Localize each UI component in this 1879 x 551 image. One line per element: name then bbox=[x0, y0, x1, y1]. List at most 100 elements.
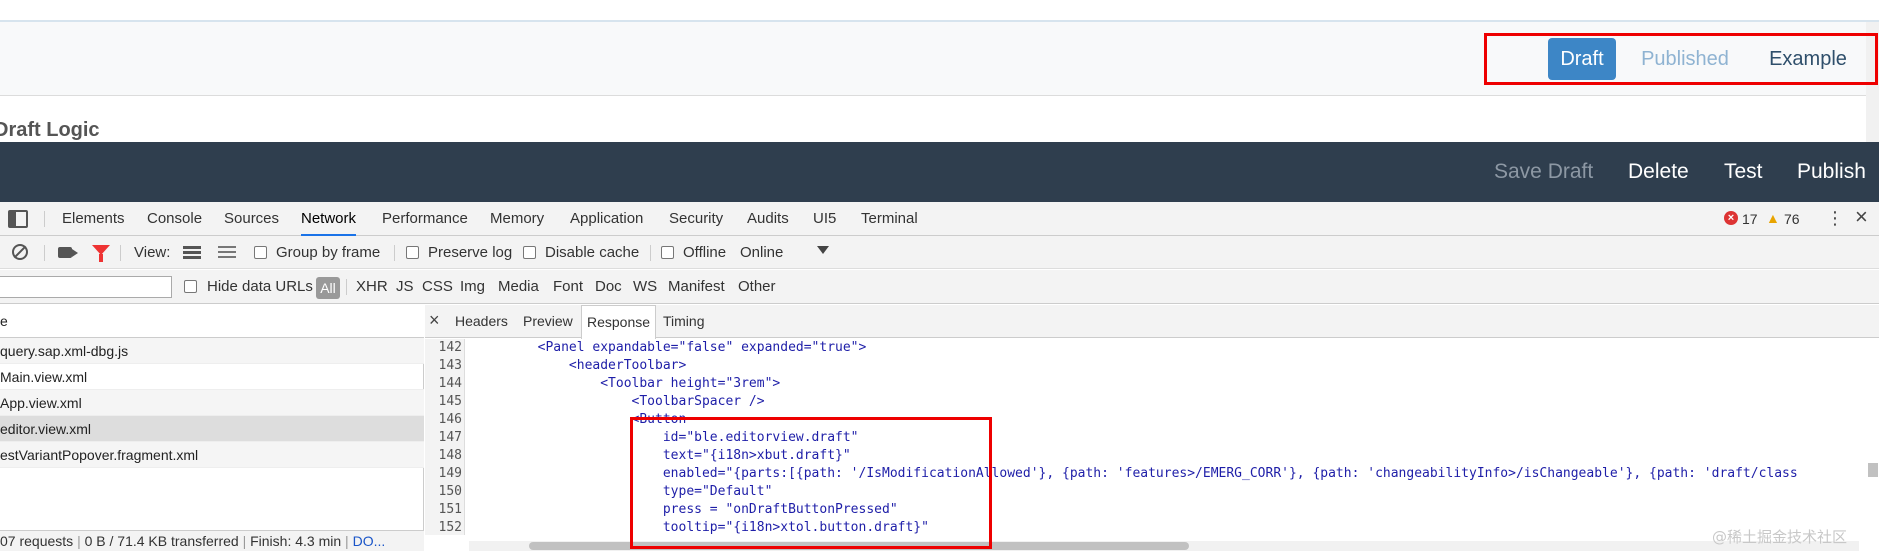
tab-headers[interactable]: Headers bbox=[455, 305, 508, 338]
code-line: <Button bbox=[475, 412, 687, 427]
line-number: 145 bbox=[438, 394, 462, 409]
watermark: @稀土掘金技术社区 bbox=[1712, 528, 1848, 546]
filter-input[interactable] bbox=[0, 276, 172, 298]
disable-cache-checkbox[interactable] bbox=[523, 246, 536, 259]
code-line: enabled="{parts:[{path: '/IsModification… bbox=[475, 466, 1798, 481]
preserve-log-label: Preserve log bbox=[428, 244, 513, 261]
separator bbox=[44, 245, 45, 261]
page-title: Draft Logic bbox=[0, 119, 100, 141]
separator bbox=[120, 245, 121, 261]
tab-application[interactable]: Application bbox=[570, 202, 643, 236]
group-by-frame-label: Group by frame bbox=[276, 244, 381, 261]
offline-checkbox[interactable] bbox=[661, 246, 674, 259]
code-line: type="Default" bbox=[475, 484, 773, 499]
hide-data-urls-label: Hide data URLs bbox=[207, 278, 313, 295]
publish-button[interactable]: Publish bbox=[1797, 142, 1866, 202]
request-row[interactable]: query.sap.xml-dbg.js bbox=[0, 338, 424, 364]
more-options-icon[interactable]: ⋮ bbox=[1826, 208, 1844, 229]
filter-icon[interactable] bbox=[92, 245, 110, 262]
code-line: press = "onDraftButtonPressed" bbox=[475, 502, 898, 517]
request-row[interactable]: App.view.xml bbox=[0, 390, 424, 416]
filter-type-font[interactable]: Font bbox=[553, 270, 583, 304]
filter-type-xhr[interactable]: XHR bbox=[356, 270, 388, 304]
filter-type-css[interactable]: CSS bbox=[422, 270, 453, 304]
code-line: tooltip="{i18n>xtol.button.draft}" bbox=[475, 520, 929, 535]
chevron-down-icon[interactable] bbox=[817, 246, 829, 254]
request-row[interactable]: Main.view.xml bbox=[0, 364, 424, 390]
warning-count[interactable]: 76 bbox=[1784, 202, 1800, 236]
code-line: <headerToolbar> bbox=[475, 358, 687, 373]
action-bar bbox=[0, 142, 1879, 202]
tab-ui5[interactable]: UI5 bbox=[813, 202, 836, 236]
line-number: 150 bbox=[438, 484, 462, 499]
code-line: <ToolbarSpacer /> bbox=[475, 394, 765, 409]
line-number: 143 bbox=[438, 358, 462, 373]
filter-type-img[interactable]: Img bbox=[460, 270, 485, 304]
separator bbox=[346, 279, 347, 295]
throttling-select[interactable]: Online bbox=[740, 236, 783, 269]
tab-response[interactable]: Response bbox=[581, 305, 657, 339]
warning-icon: ▲ bbox=[1766, 210, 1780, 226]
vertical-scrollbar[interactable] bbox=[1868, 463, 1878, 477]
filter-type-manifest[interactable]: Manifest bbox=[668, 270, 725, 304]
network-summary: 07 requests | 0 B / 71.4 KB transferred … bbox=[0, 530, 424, 551]
response-code[interactable]: 142 <Panel expandable="false" expanded="… bbox=[425, 339, 1879, 535]
network-toolbar: View: Group by frame Preserve log Disabl… bbox=[0, 236, 1879, 269]
tab-elements[interactable]: Elements bbox=[62, 202, 125, 236]
line-number: 151 bbox=[438, 502, 462, 517]
separator bbox=[394, 245, 395, 261]
filter-bar: Hide data URLs All XHR JS CSS Img Media … bbox=[0, 270, 1879, 304]
tab-audits[interactable]: Audits bbox=[747, 202, 789, 236]
tab-network[interactable]: Network bbox=[301, 202, 357, 236]
error-count[interactable]: 17 bbox=[1742, 202, 1758, 236]
tab-preview[interactable]: Preview bbox=[523, 305, 573, 338]
tab-terminal[interactable]: Terminal bbox=[861, 202, 918, 236]
filter-type-ws[interactable]: WS bbox=[633, 270, 657, 304]
tab-memory[interactable]: Memory bbox=[490, 202, 544, 236]
request-row[interactable]: estVariantPopover.fragment.xml bbox=[0, 442, 424, 468]
capture-screenshots-icon[interactable] bbox=[58, 247, 78, 258]
code-line: id="ble.editorview.draft" bbox=[475, 430, 859, 445]
save-draft-button[interactable]: Save Draft bbox=[1494, 142, 1593, 202]
delete-button[interactable]: Delete bbox=[1628, 142, 1689, 202]
offline-label: Offline bbox=[683, 244, 727, 261]
line-number: 142 bbox=[438, 340, 462, 355]
filter-type-doc[interactable]: Doc bbox=[595, 270, 622, 304]
view-label: View: bbox=[134, 244, 171, 261]
test-button[interactable]: Test bbox=[1724, 142, 1763, 202]
tab-timing[interactable]: Timing bbox=[663, 305, 705, 338]
line-number: 147 bbox=[438, 430, 462, 445]
separator bbox=[650, 245, 651, 261]
tab-performance[interactable]: Performance bbox=[382, 202, 468, 236]
hide-data-urls-checkbox[interactable] bbox=[184, 280, 197, 293]
clear-icon[interactable] bbox=[12, 244, 28, 260]
list-view-icon[interactable] bbox=[183, 246, 201, 259]
tab-sources[interactable]: Sources bbox=[224, 202, 279, 236]
response-tabbar: × Headers Preview Response Timing bbox=[425, 305, 1879, 339]
request-count: 07 requests bbox=[0, 533, 74, 549]
group-by-frame-checkbox[interactable] bbox=[254, 246, 267, 259]
filter-type-all[interactable]: All bbox=[316, 277, 340, 299]
name-column-header[interactable]: e bbox=[0, 305, 424, 338]
preserve-log-checkbox[interactable] bbox=[406, 246, 419, 259]
filter-type-js[interactable]: JS bbox=[396, 270, 414, 304]
separator bbox=[44, 211, 45, 227]
scrollbar-thumb[interactable] bbox=[529, 542, 1189, 550]
line-number: 148 bbox=[438, 448, 462, 463]
code-line: <Toolbar height="3rem"> bbox=[475, 376, 781, 391]
tab-console[interactable]: Console bbox=[147, 202, 202, 236]
close-icon[interactable]: × bbox=[429, 305, 440, 336]
request-list: e query.sap.xml-dbg.js Main.view.xml App… bbox=[0, 305, 424, 551]
error-icon: × bbox=[1724, 211, 1738, 225]
filter-type-other[interactable]: Other bbox=[738, 270, 776, 304]
line-number: 152 bbox=[438, 520, 462, 535]
overview-icon[interactable] bbox=[218, 246, 236, 259]
filter-type-media[interactable]: Media bbox=[498, 270, 539, 304]
close-devtools-icon[interactable]: × bbox=[1855, 204, 1868, 230]
devtools-tabbar: Elements Console Sources Network Perform… bbox=[0, 202, 1879, 236]
tab-security[interactable]: Security bbox=[669, 202, 723, 236]
device-toolbar-icon[interactable] bbox=[8, 210, 28, 228]
horizontal-scrollbar[interactable] bbox=[469, 541, 1859, 551]
request-row-selected[interactable]: editor.view.xml bbox=[0, 416, 424, 442]
code-line: text="{i18n>xbut.draft}" bbox=[475, 448, 851, 463]
